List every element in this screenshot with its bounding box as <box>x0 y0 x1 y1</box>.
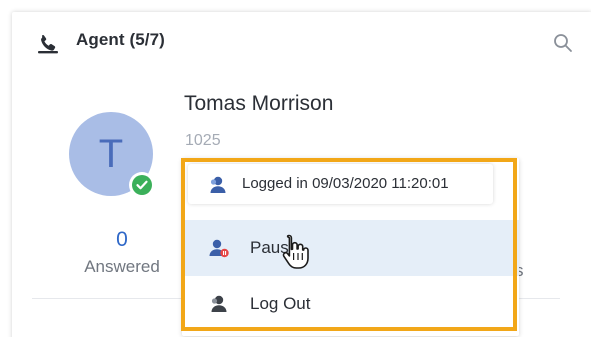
hand-cursor-icon <box>282 234 309 269</box>
stat-answered-label: Answered <box>84 257 160 276</box>
agent-panel: Agent (5/7) T Tomas Morrison 1025 0 Answ… <box>12 12 591 337</box>
agent-logout-icon <box>211 295 227 312</box>
agent-extension: 1025 <box>185 132 221 149</box>
screenshot-stage: Agent (5/7) T Tomas Morrison 1025 0 Answ… <box>0 0 591 337</box>
phone-icon <box>38 34 58 54</box>
menu-item-pause[interactable]: Pause <box>182 220 519 276</box>
stat-answered: 0 Answered <box>72 227 172 277</box>
status-badge <box>129 172 155 198</box>
agent-status-dropdown: Logged in 09/03/2020 11:20:01 Pause Log … <box>182 158 519 336</box>
status-badge-fill <box>132 175 152 195</box>
panel-title: Agent (5/7) <box>76 30 165 49</box>
agent-pause-icon <box>209 239 229 258</box>
check-icon <box>136 180 148 190</box>
panel-header: Agent (5/7) <box>12 12 591 68</box>
search-icon[interactable] <box>552 32 574 54</box>
menu-item-logout[interactable]: Log Out <box>182 276 519 332</box>
logged-in-text: Logged in 09/03/2020 11:20:01 <box>242 175 449 192</box>
agent-logged-in-icon <box>210 176 226 193</box>
menu-item-logout-label: Log Out <box>250 294 311 313</box>
stat-answered-value: 0 <box>116 228 128 251</box>
agent-name: Tomas Morrison <box>184 92 334 115</box>
logged-in-status: Logged in 09/03/2020 11:20:01 <box>188 164 493 204</box>
